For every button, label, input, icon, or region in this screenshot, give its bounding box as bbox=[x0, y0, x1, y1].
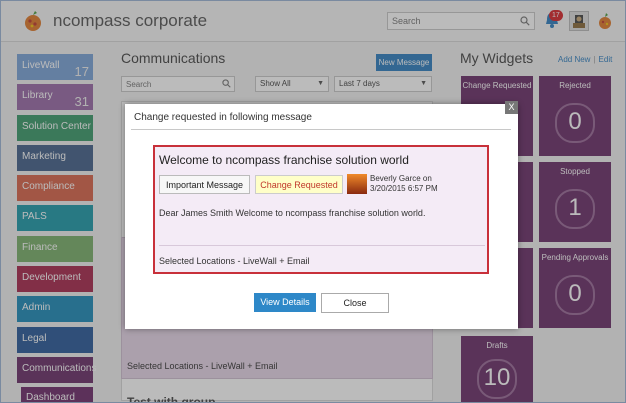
close-icon[interactable]: X bbox=[505, 101, 518, 114]
message-title: Welcome to ncompass franchise solution w… bbox=[159, 153, 409, 167]
view-details-button[interactable]: View Details bbox=[254, 293, 316, 312]
message-locations: Selected Locations - LiveWall + Email bbox=[159, 256, 310, 266]
author-name: Beverly Garce on bbox=[370, 174, 432, 183]
message-preview: Welcome to ncompass franchise solution w… bbox=[153, 145, 489, 274]
author-info: Beverly Garce on 3/20/2015 6:57 PM bbox=[370, 174, 438, 194]
app-window: ncompass corporate 17 bbox=[0, 0, 626, 403]
modal-title: Change requested in following message bbox=[134, 112, 312, 123]
message-divider bbox=[159, 245, 485, 246]
modal-divider bbox=[131, 129, 511, 130]
author-avatar bbox=[347, 174, 367, 194]
change-requested-tag: Change Requested bbox=[255, 175, 343, 194]
important-message-tag: Important Message bbox=[159, 175, 250, 194]
author-date: 3/20/2015 6:57 PM bbox=[370, 184, 438, 193]
change-request-modal: Change requested in following message We… bbox=[125, 104, 518, 329]
message-body: Dear James Smith Welcome to ncompass fra… bbox=[159, 208, 426, 218]
close-button[interactable]: Close bbox=[321, 293, 389, 313]
